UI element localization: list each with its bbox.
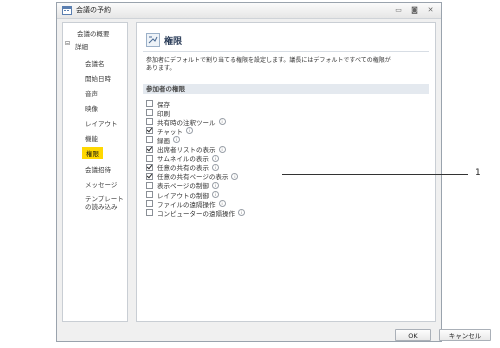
sidebar-item-permissions[interactable]: 権限: [82, 147, 103, 159]
maximize-button[interactable]: ◙: [409, 5, 420, 15]
checkbox[interactable]: [146, 118, 153, 126]
sidebar-item-overview[interactable]: 会議の概要: [77, 28, 110, 38]
calendar-icon: [62, 6, 72, 15]
checkbox-checked[interactable]: [146, 172, 153, 180]
sidebar-item-features[interactable]: 機能: [85, 133, 98, 143]
close-button[interactable]: ✕: [425, 5, 436, 15]
window-title: 会議の予約: [76, 6, 111, 14]
info-icon[interactable]: i: [173, 136, 180, 144]
sidebar-item-invitation[interactable]: 会議招待: [85, 164, 111, 174]
checkbox[interactable]: [146, 109, 153, 117]
sidebar-item-template-load-2[interactable]: の読み込み: [85, 201, 118, 211]
cancel-button[interactable]: キャンセル: [439, 329, 491, 341]
checkbox[interactable]: [146, 100, 153, 107]
checkbox[interactable]: [146, 209, 153, 217]
checkbox[interactable]: [146, 200, 153, 208]
info-icon[interactable]: i: [211, 181, 219, 189]
checkbox[interactable]: [146, 154, 153, 162]
sidebar-item-meeting-name[interactable]: 会議名: [85, 58, 105, 68]
minimize-button[interactable]: ▭: [393, 5, 404, 15]
sidebar-item-video[interactable]: 映像: [85, 103, 98, 113]
info-icon[interactable]: i: [238, 209, 245, 217]
sidebar: 会議の概要 ⊟ 詳細 会議名 開始日時 音声 映像 レイアウト 機能 権限 会議…: [62, 22, 128, 322]
sidebar-item-audio[interactable]: 音声: [85, 88, 98, 98]
permission-row[interactable]: コンピューターの遠隔操作 i: [146, 208, 245, 218]
sidebar-item-start-time[interactable]: 開始日時: [85, 73, 111, 83]
info-icon[interactable]: i: [218, 118, 226, 126]
collapse-icon[interactable]: ⊟: [65, 40, 70, 47]
meeting-schedule-window: 会議の予約 ▭ ◙ ✕ 会議の概要 ⊟ 詳細 会議名 開始日時 音声 映像 レイ…: [56, 2, 491, 342]
checkbox-checked[interactable]: [146, 163, 153, 171]
description: 参加者にデフォルトで割り当てる権限を設定します。議長にはデフォルトですべての権限…: [146, 57, 428, 73]
info-icon[interactable]: i: [185, 127, 193, 135]
info-icon[interactable]: i: [212, 163, 219, 171]
checkbox[interactable]: [146, 181, 153, 189]
description-line-2: あります。: [146, 65, 176, 72]
info-icon[interactable]: i: [218, 200, 226, 208]
ok-button[interactable]: OK: [395, 329, 431, 341]
checkbox[interactable]: [146, 136, 153, 144]
description-line-1: 参加者にデフォルトで割り当てる権限を設定します。議長にはデフォルトですべての権限…: [146, 57, 391, 64]
permission-label: コンピューターの遠隔操作: [157, 209, 235, 218]
sidebar-item-details[interactable]: 詳細: [75, 41, 88, 51]
callout-line: [282, 174, 468, 175]
info-icon[interactable]: i: [231, 172, 239, 180]
checkbox-checked[interactable]: [146, 145, 153, 153]
section-header: 参加者の権限: [143, 84, 429, 94]
sidebar-item-layout[interactable]: レイアウト: [85, 118, 118, 128]
divider: [143, 51, 429, 52]
page-title: 権限: [164, 37, 183, 47]
info-icon[interactable]: i: [218, 145, 226, 153]
info-icon[interactable]: i: [211, 154, 219, 162]
info-icon[interactable]: i: [212, 191, 219, 198]
callout-number: 1: [475, 168, 481, 178]
permissions-icon: [146, 33, 160, 47]
title-bar: 会議の予約 ▭ ◙ ✕: [57, 3, 441, 19]
sidebar-item-message[interactable]: メッセージ: [85, 179, 117, 189]
checkbox[interactable]: [146, 191, 153, 198]
permissions-panel: 権限 参加者にデフォルトで割り当てる権限を設定します。議長にはデフォルトですべて…: [136, 22, 436, 322]
checkbox-checked[interactable]: [146, 127, 153, 135]
